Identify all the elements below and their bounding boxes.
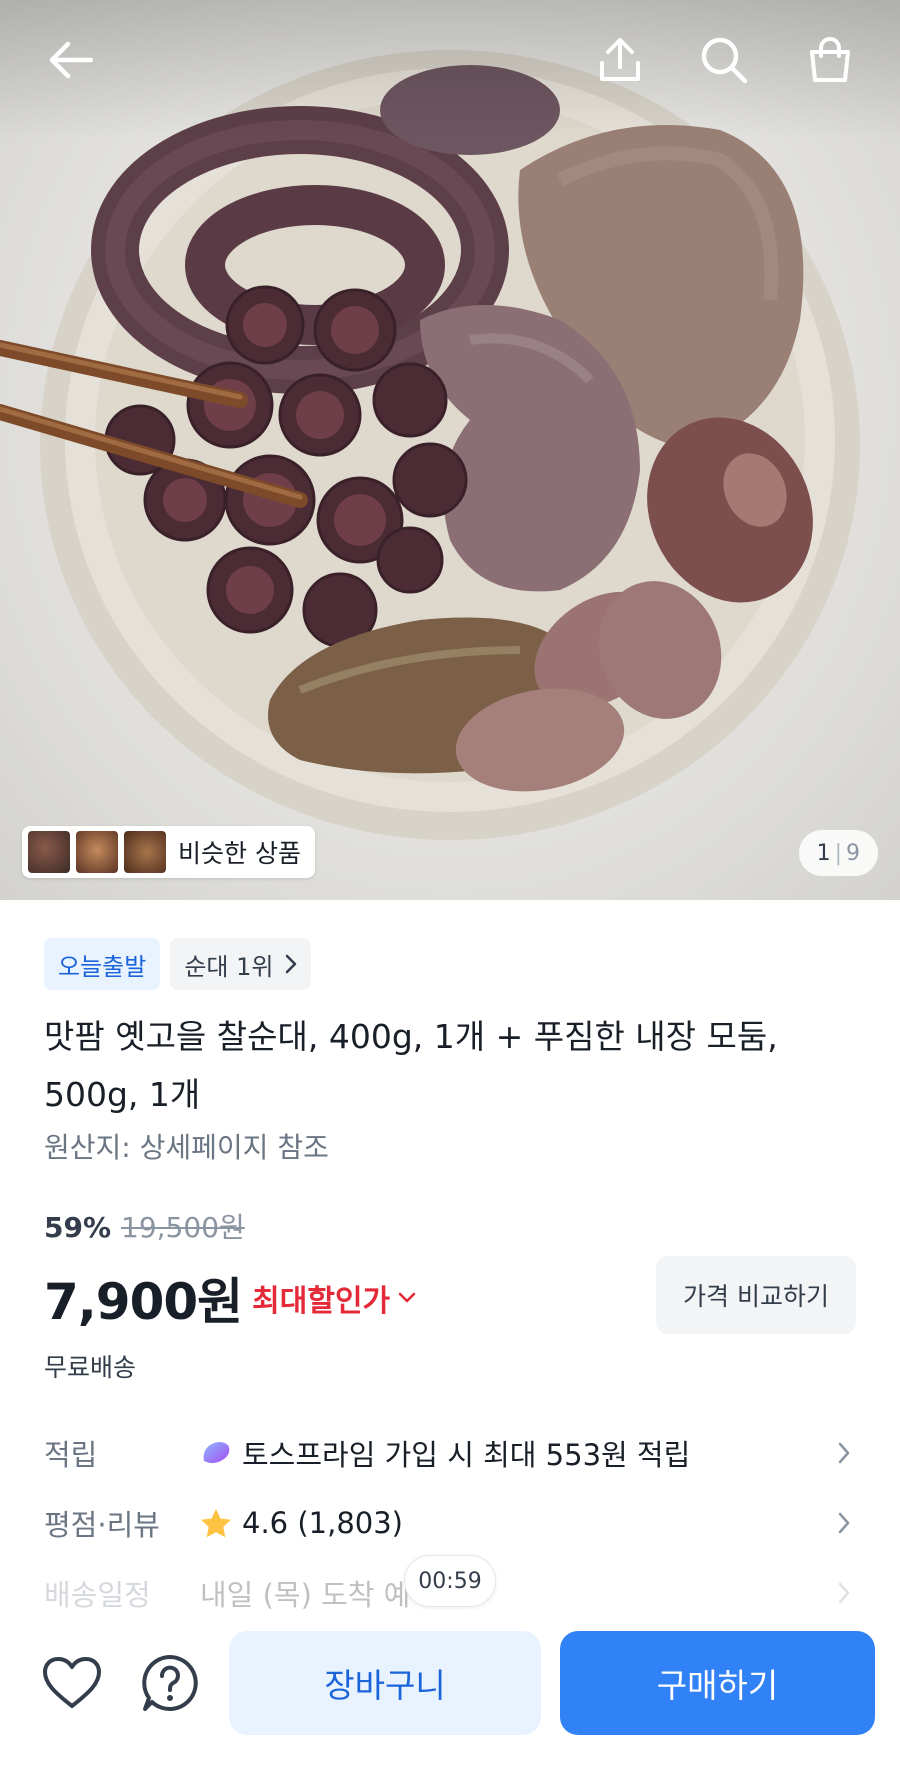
buy-now-button[interactable]: 구매하기 [560,1631,875,1735]
original-price: 19,500원 [121,1211,245,1244]
badge-row: 오늘출발 순대 1위 [44,938,312,990]
discount-row: 59% 19,500원 [44,1206,245,1246]
discount-percent: 59% [44,1211,112,1244]
delivery-key: 배송일정 [44,1578,151,1612]
arrow-left-icon [49,41,93,79]
help-button[interactable] [136,1649,204,1717]
similar-products-label: 비슷한 상품 [178,839,301,868]
product-image-carousel[interactable]: 비슷한 상품 1 | 9 [0,0,900,900]
ranking-label: 순대 1위 [184,952,274,981]
image-counter-total: 9 [846,840,860,866]
question-icon [142,1655,198,1711]
add-to-cart-label: 장바구니 [324,1666,446,1705]
buy-now-label: 구매하기 [656,1666,779,1705]
points-value: 토스프라임 가입 시 최대 553원 적립 [242,1438,691,1472]
today-shipping-label: 오늘출발 [58,952,147,981]
free-shipping-text: 무료배송 [44,1353,137,1382]
add-to-cart-button[interactable]: 장바구니 [229,1631,541,1735]
share-button[interactable] [590,30,650,90]
sale-price: 7,900원 [44,1273,243,1331]
points-key: 적립 [44,1438,98,1472]
price-compare-label: 가격 비교하기 [683,1282,829,1311]
points-row[interactable]: 적립 토스프라임 가입 시 최대 553원 적립 [44,1428,856,1478]
rating-value: 4.6 (1,803) [242,1506,403,1540]
search-icon [701,37,748,84]
back-button[interactable] [40,30,100,90]
similar-thumb [124,831,166,873]
delivery-value: 내일 (목) 도착 예 [200,1578,411,1612]
shopping-bag-icon [810,37,850,82]
top-gradient [0,0,900,140]
star-icon [201,1509,231,1538]
heart-icon [43,1657,101,1708]
max-discount-toggle[interactable]: 최대할인가 [252,1276,416,1320]
chevron-right-icon [838,1512,850,1534]
chevron-right-icon [838,1442,850,1464]
image-counter-current: 1 [816,840,831,866]
image-counter: 1 | 9 [798,830,878,876]
rating-review-row[interactable]: 평점·리뷰 4.6 (1,803) [44,1498,856,1548]
similar-thumb [28,831,70,873]
similar-thumb [76,831,118,873]
origin-text: 원산지: 상세페이지 참조 [44,1131,329,1164]
ranking-badge[interactable]: 순대 1위 [170,938,312,990]
today-shipping-badge: 오늘출발 [44,938,161,990]
chevron-right-icon [286,954,297,974]
chevron-right-icon [838,1582,850,1604]
toss-prime-icon [203,1442,230,1464]
similar-products-button[interactable]: 비슷한 상품 [22,826,315,878]
image-counter-separator: | [834,840,842,866]
timer-badge: 00:59 [404,1555,496,1607]
share-upload-icon [600,38,640,81]
wishlist-button[interactable] [38,1649,106,1717]
product-title: 맛팜 옛고을 찰순대, 400g, 1개 + 푸짐한 내장 모둠, 500g, … [44,1017,778,1114]
price-compare-button[interactable]: 가격 비교하기 [656,1256,856,1334]
rating-key: 평점·리뷰 [44,1508,160,1542]
search-button[interactable] [694,30,754,90]
cart-button[interactable] [800,30,860,90]
chevron-down-icon [398,1292,416,1303]
price-row: 7,900원 최대할인가 [44,1262,416,1334]
max-discount-label: 최대할인가 [252,1284,391,1319]
